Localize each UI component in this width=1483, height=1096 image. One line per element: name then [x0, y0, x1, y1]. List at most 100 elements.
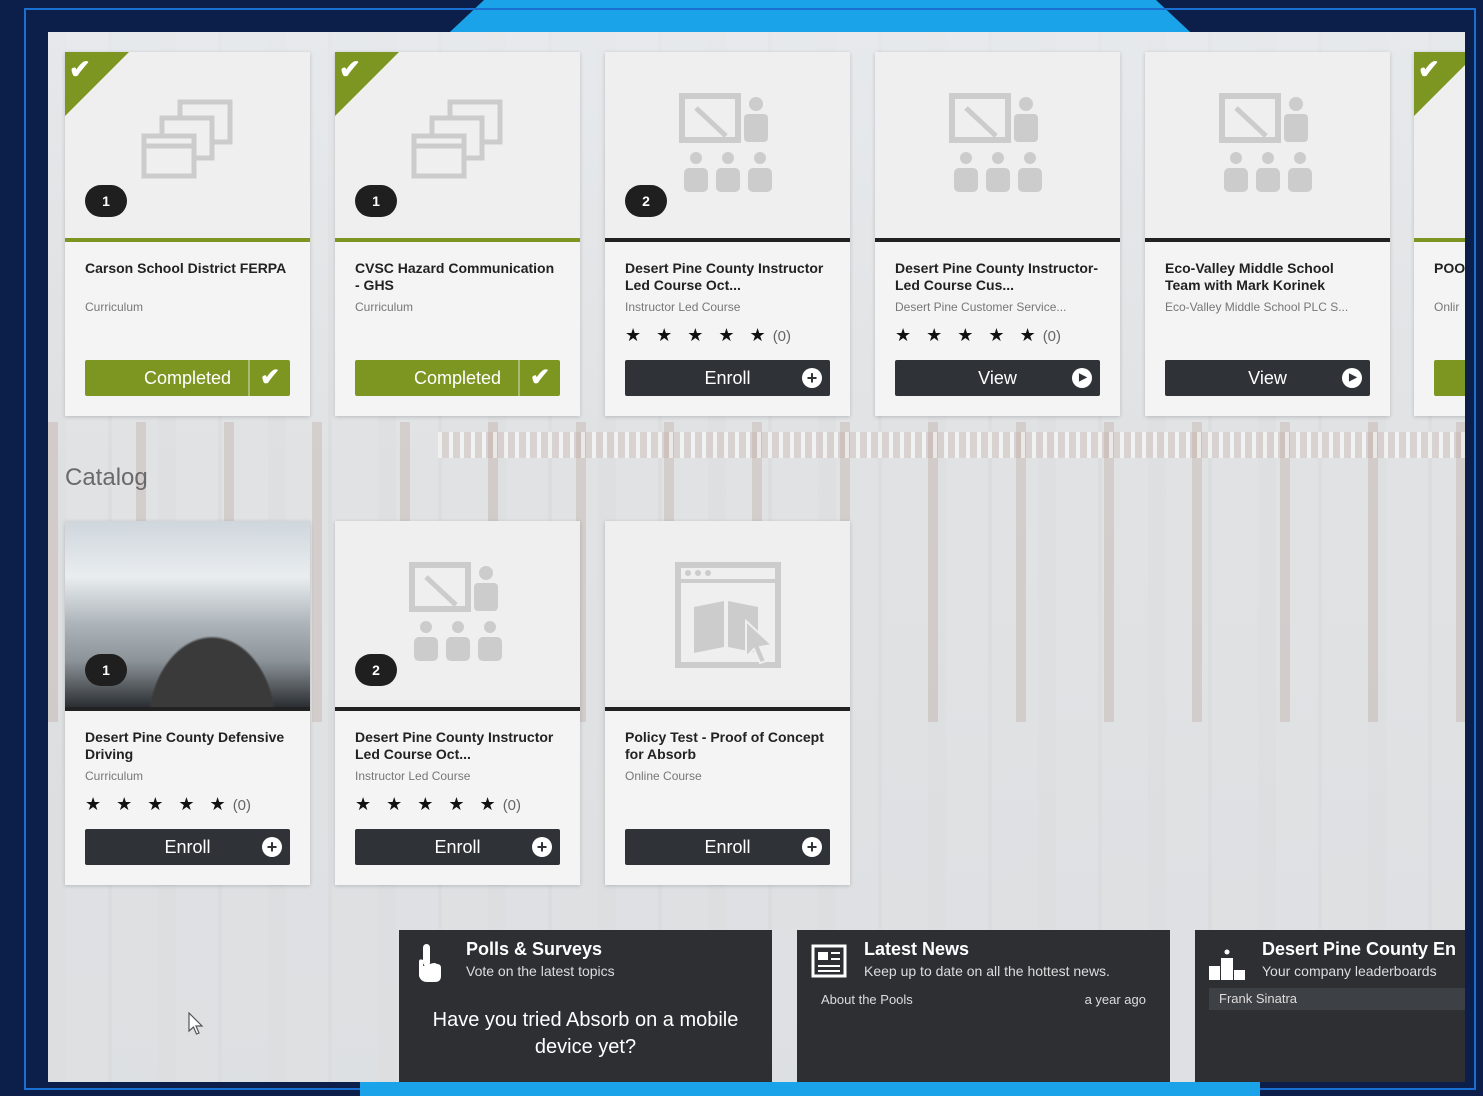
- completed-button[interactable]: Completed ✔: [355, 360, 560, 396]
- course-thumbnail: [605, 521, 850, 711]
- button-label: View: [1248, 367, 1287, 388]
- session-count-badge: 1: [355, 185, 397, 217]
- hand-pointer-icon: [419, 944, 441, 982]
- course-card[interactable]: Eco-Valley Middle School Team with Mark …: [1145, 52, 1390, 416]
- checkmark-icon: ✔: [339, 54, 361, 84]
- classroom-icon: [408, 562, 502, 661]
- rating-count: (0): [502, 797, 522, 814]
- completed-button[interactable]: [1434, 360, 1465, 396]
- catalog-card[interactable]: Policy Test - Proof of Concept for Absor…: [605, 521, 850, 885]
- widget-title: Desert Pine County En: [1262, 939, 1457, 959]
- button-label: View: [978, 367, 1017, 388]
- enroll-button[interactable]: Enroll +: [355, 829, 560, 865]
- course-thumbnail: 2: [605, 52, 850, 242]
- button-label: Enroll: [704, 367, 751, 388]
- leaderboard-row[interactable]: Frank Sinatra: [1209, 988, 1465, 1010]
- classroom-icon: [1218, 93, 1312, 192]
- catalog-heading: Catalog: [65, 464, 148, 491]
- completed-button[interactable]: Completed ✔: [85, 360, 290, 396]
- course-type: Desert Pine Customer Service...: [895, 300, 1067, 314]
- course-thumbnail: 2: [335, 521, 580, 711]
- rating-count: (0): [1042, 328, 1062, 345]
- button-label: Completed: [413, 367, 502, 388]
- course-type: Onlir: [1434, 300, 1460, 314]
- button-label: Enroll: [164, 836, 211, 857]
- star-icons: ★ ★ ★ ★ ★: [895, 325, 1041, 345]
- rating-count: (0): [232, 797, 252, 814]
- course-thumbnail: [875, 52, 1120, 242]
- course-title[interactable]: Desert Pine County Instructor Led Course…: [355, 729, 560, 763]
- news-item-time: a year ago: [1084, 992, 1146, 1007]
- widget-title: Latest News: [864, 939, 970, 959]
- course-title[interactable]: CVSC Hazard Communication - GHS: [355, 260, 560, 294]
- checkmark-icon: ✔: [248, 360, 290, 396]
- course-thumbnail: [1145, 52, 1390, 242]
- checkmark-icon: ✔: [69, 54, 91, 84]
- course-thumbnail: ✔: [1414, 52, 1465, 242]
- latest-news-widget[interactable]: Latest News Keep up to date on all the h…: [797, 930, 1170, 1082]
- star-icons: ★ ★ ★ ★ ★: [85, 794, 231, 814]
- course-title[interactable]: Carson School District FERPA: [85, 260, 290, 294]
- windows-icon: [141, 99, 232, 179]
- course-card[interactable]: ✔ 1 CVSC Hazard Communication - GHS Curr…: [335, 52, 580, 416]
- course-title[interactable]: POO Prot: [1434, 260, 1465, 294]
- podium-icon: [1209, 949, 1245, 980]
- rating-stars: ★ ★ ★ ★ ★ (0): [895, 325, 1100, 347]
- snowy-road-photo: 1: [65, 521, 310, 711]
- session-count-badge: 1: [85, 185, 127, 217]
- course-type: Curriculum: [85, 769, 144, 783]
- online-course-icon: [674, 562, 781, 668]
- rating-stars: ★ ★ ★ ★ ★ (0): [625, 325, 830, 347]
- star-icons: ★ ★ ★ ★ ★: [625, 325, 771, 345]
- play-circle-icon: ▶: [1072, 368, 1092, 388]
- enroll-button[interactable]: Enroll +: [625, 829, 830, 865]
- catalog-card[interactable]: 1 Desert Pine County Defensive Driving C…: [65, 521, 310, 885]
- course-card[interactable]: 2 Desert Pine County Instructor Led Cour…: [605, 52, 850, 416]
- rating-stars: ★ ★ ★ ★ ★ (0): [355, 794, 560, 816]
- leaderboard-widget[interactable]: Desert Pine County En Your company leade…: [1195, 930, 1465, 1082]
- star-icons: ★ ★ ★ ★ ★: [355, 794, 501, 814]
- widget-title: Polls & Surveys: [466, 939, 603, 959]
- course-title[interactable]: Desert Pine County Instructor Led Course…: [625, 260, 830, 294]
- background-railing: [438, 432, 1465, 458]
- plus-circle-icon: +: [802, 837, 822, 857]
- widget-subtitle: Keep up to date on all the hottest news.: [864, 963, 1110, 979]
- course-title[interactable]: Policy Test - Proof of Concept for Absor…: [625, 729, 830, 763]
- polls-surveys-widget[interactable]: Polls & Surveys Vote on the latest topic…: [399, 930, 772, 1082]
- course-title[interactable]: Eco-Valley Middle School Team with Mark …: [1165, 260, 1370, 294]
- course-card[interactable]: ✔ POO Prot Onlir: [1414, 52, 1465, 416]
- news-item[interactable]: About the Pools a year ago: [821, 992, 1146, 1007]
- widget-subtitle: Your company leaderboards: [1262, 963, 1437, 979]
- course-card[interactable]: ✔ 1 Carson School District FERPA Curricu…: [65, 52, 310, 416]
- course-thumbnail: ✔ 1: [65, 52, 310, 242]
- classroom-icon: [678, 93, 772, 192]
- course-thumbnail: ✔ 1: [335, 52, 580, 242]
- course-type: Instructor Led Course: [625, 300, 741, 314]
- course-card[interactable]: Desert Pine County Instructor-Led Course…: [875, 52, 1120, 416]
- news-item-title: About the Pools: [821, 992, 913, 1007]
- widget-subtitle: Vote on the latest topics: [466, 963, 615, 979]
- enroll-button[interactable]: Enroll +: [85, 829, 290, 865]
- plus-circle-icon: +: [802, 368, 822, 388]
- course-title[interactable]: Desert Pine County Defensive Driving: [85, 729, 290, 763]
- rating-stars: ★ ★ ★ ★ ★ (0): [85, 794, 290, 816]
- plus-circle-icon: +: [262, 837, 282, 857]
- poll-question[interactable]: Have you tried Absorb on a mobile device…: [411, 1007, 760, 1061]
- course-type: Curriculum: [355, 300, 414, 314]
- newspaper-icon: [811, 944, 847, 978]
- enroll-button[interactable]: Enroll +: [625, 360, 830, 396]
- mouse-cursor-icon: [188, 1012, 204, 1035]
- lms-dashboard: ✔ 1 Carson School District FERPA Curricu…: [48, 32, 1465, 1082]
- catalog-card[interactable]: 2 Desert Pine County Instructor Led Cour…: [335, 521, 580, 885]
- course-type: Online Course: [625, 769, 702, 783]
- checkmark-icon: ✔: [518, 360, 560, 396]
- play-circle-icon: ▶: [1342, 368, 1362, 388]
- view-button[interactable]: View ▶: [1165, 360, 1370, 396]
- view-button[interactable]: View ▶: [895, 360, 1100, 396]
- session-count-badge: 2: [625, 185, 667, 217]
- course-title[interactable]: Desert Pine County Instructor-Led Course…: [895, 260, 1100, 294]
- checkmark-icon: ✔: [1418, 54, 1440, 84]
- classroom-icon: [948, 93, 1042, 192]
- button-label: Completed: [143, 367, 232, 388]
- session-count-badge: 1: [85, 654, 127, 686]
